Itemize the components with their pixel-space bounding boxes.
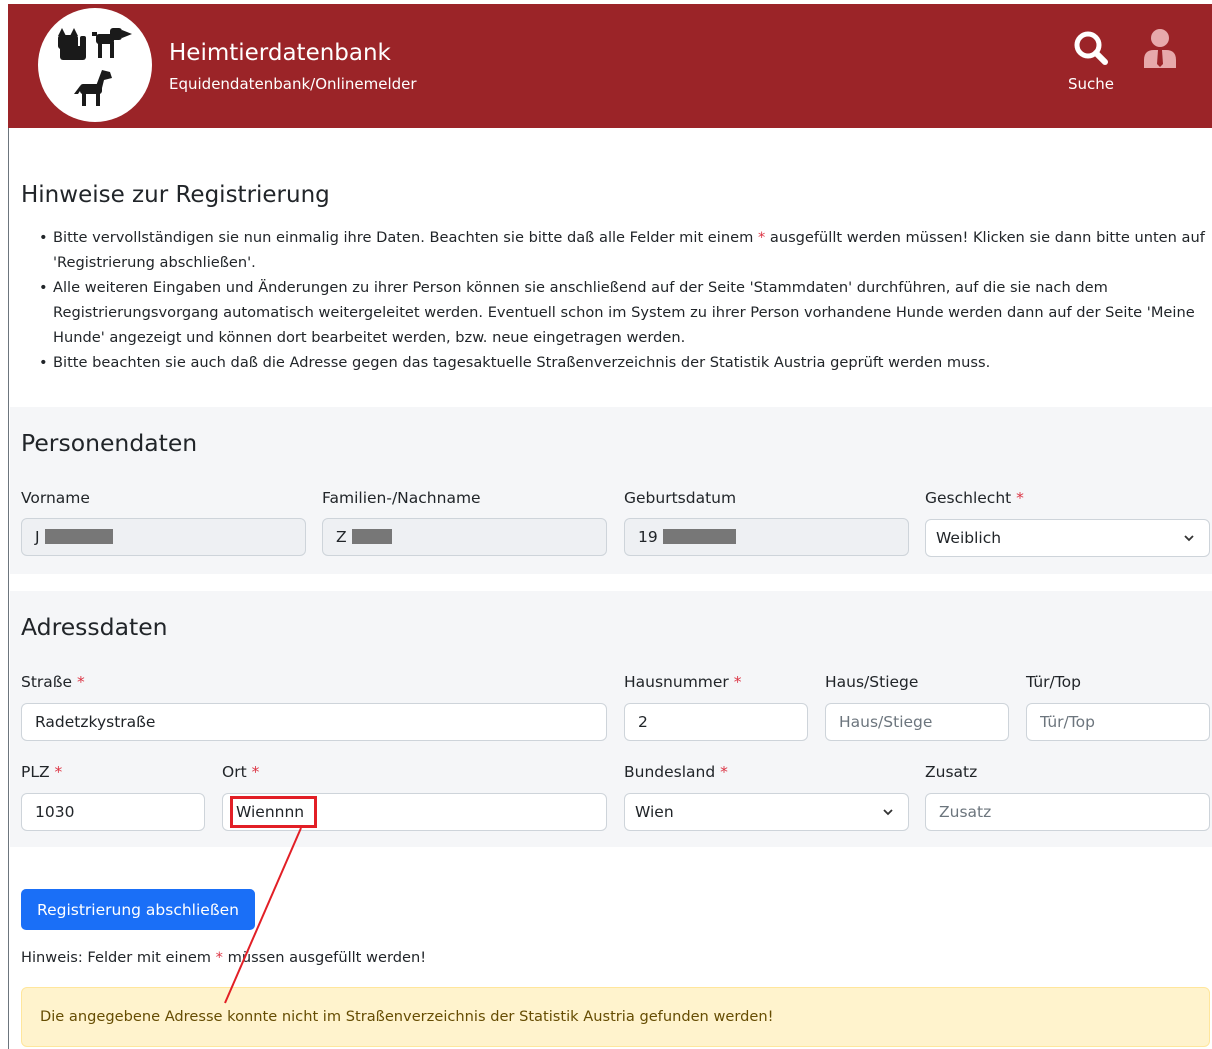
required-hint: Hinweis: Felder mit einem * müssen ausge… (21, 949, 427, 966)
horse-icon (74, 70, 112, 106)
person-panel: Personendaten Vorname J Familien-/Nachna… (10, 407, 1212, 574)
left-border (8, 128, 9, 1049)
housenumber-label: Hausnummer * (624, 673, 742, 691)
list-item: Bitte vervollständigen sie nun einmalig … (21, 225, 1206, 275)
app-header: Heimtierdatenbank Equidendatenbank/Onlin… (8, 4, 1212, 128)
list-item: Bitte beachten sie auch daß die Adresse … (21, 350, 1206, 375)
user-icon (1144, 29, 1176, 68)
search-icon (1074, 31, 1108, 65)
app-subtitle: Equidendatenbank/Onlinemelder (169, 75, 417, 93)
address-panel: Adressdaten Straße * Hausnummer * Haus/S… (10, 591, 1212, 847)
street-input[interactable] (21, 703, 607, 741)
zip-label: PLZ * (21, 763, 63, 781)
lastname-field[interactable]: Z (322, 518, 607, 556)
birthdate-field[interactable]: 19 (624, 518, 909, 556)
state-select[interactable]: Wien (624, 793, 909, 831)
user-menu-button[interactable] (1140, 28, 1180, 72)
street-label: Straße * (21, 673, 85, 691)
state-label: Bundesland * (624, 763, 728, 781)
chevron-down-icon (1184, 535, 1194, 542)
stair-label: Haus/Stiege (825, 673, 919, 691)
housenumber-input[interactable] (624, 703, 808, 741)
stair-input[interactable] (825, 703, 1009, 741)
firstname-label: Vorname (21, 489, 90, 507)
submit-registration-button[interactable]: Registrierung abschließen (21, 889, 255, 930)
address-section-title: Adressdaten (21, 613, 168, 641)
search-nav-button[interactable]: Suche (1060, 30, 1122, 100)
gender-select[interactable]: Weiblich (925, 519, 1210, 557)
person-section-title: Personendaten (21, 429, 198, 457)
list-item: Alle weiteren Eingaben und Änderungen zu… (21, 275, 1206, 350)
city-label: Ort * (222, 763, 260, 781)
chevron-down-icon (883, 809, 893, 816)
dog-icon (92, 28, 132, 58)
extra-label: Zusatz (925, 763, 978, 781)
door-input[interactable] (1026, 703, 1210, 741)
cat-icon (58, 28, 86, 60)
gender-label: Geschlecht * (925, 489, 1024, 507)
logo[interactable] (38, 8, 152, 122)
app-title: Heimtierdatenbank (169, 40, 391, 66)
search-label: Suche (1067, 75, 1114, 93)
annotation-highlight-box (230, 796, 317, 828)
extra-input[interactable] (925, 793, 1210, 831)
address-warning-alert: Die angegebene Adresse konnte nicht im S… (21, 987, 1210, 1047)
notes-title: Hinweise zur Registrierung (21, 182, 330, 208)
zip-input[interactable] (21, 793, 205, 831)
lastname-label: Familien-/Nachname (322, 489, 481, 507)
firstname-field[interactable]: J (21, 518, 306, 556)
birthdate-label: Geburtsdatum (624, 489, 737, 507)
notes-list: Bitte vervollständigen sie nun einmalig … (21, 225, 1206, 375)
door-label: Tür/Top (1026, 673, 1081, 691)
